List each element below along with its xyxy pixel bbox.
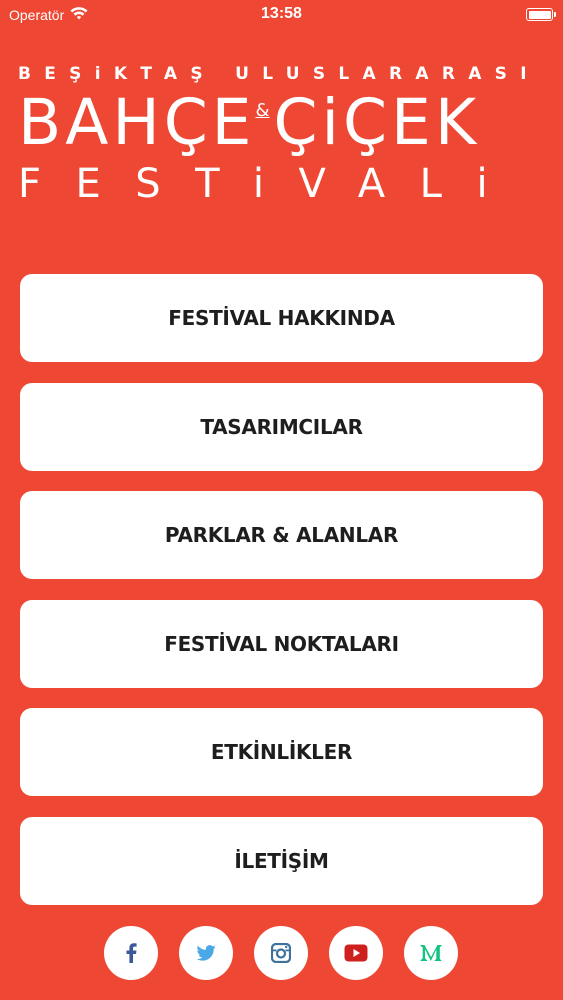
facebook-button[interactable] <box>104 926 158 980</box>
medium-icon <box>420 944 442 962</box>
festival-logo: BEŞiKTAŞ ULUSLARARASI BAHÇE & ÇiÇEK FEST… <box>18 62 546 207</box>
etkinlikler-button[interactable]: ETKİNLİKLER <box>20 708 543 796</box>
instagram-icon <box>271 943 291 963</box>
tasarimcilar-button[interactable]: TASARIMCILAR <box>20 382 543 471</box>
logo-festivali: FESTiVALi <box>18 161 523 207</box>
youtube-button[interactable] <box>329 926 383 980</box>
logo-subtitle: BEŞiKTAŞ ULUSLARARASI <box>18 64 540 84</box>
twitter-icon <box>196 945 216 961</box>
medium-button[interactable] <box>404 926 458 980</box>
clock: 13:58 <box>261 5 302 22</box>
battery-icon <box>526 8 556 21</box>
festival-hakkinda-button[interactable]: FESTİVAL HAKKINDA <box>20 274 543 362</box>
main-menu: FESTİVAL HAKKINDA TASARIMCILAR PARKLAR &… <box>20 274 543 925</box>
youtube-icon <box>344 944 368 962</box>
logo-word-cicek: ÇiÇEK <box>273 86 481 159</box>
status-bar: Operatör 13:58 <box>0 0 563 30</box>
facebook-icon <box>125 943 137 963</box>
social-links <box>104 926 458 980</box>
logo-ampersand: & <box>255 100 270 121</box>
festival-noktalari-button[interactable]: FESTİVAL NOKTALARI <box>20 599 543 688</box>
instagram-button[interactable] <box>254 926 308 980</box>
logo-title: BAHÇE & ÇiÇEK <box>18 88 546 158</box>
logo-word-bahce: BAHÇE <box>18 86 256 159</box>
iletisim-button[interactable]: İLETİŞİM <box>20 816 543 905</box>
twitter-button[interactable] <box>179 926 233 980</box>
parklar-alanlar-button[interactable]: PARKLAR & ALANLAR <box>20 491 543 579</box>
